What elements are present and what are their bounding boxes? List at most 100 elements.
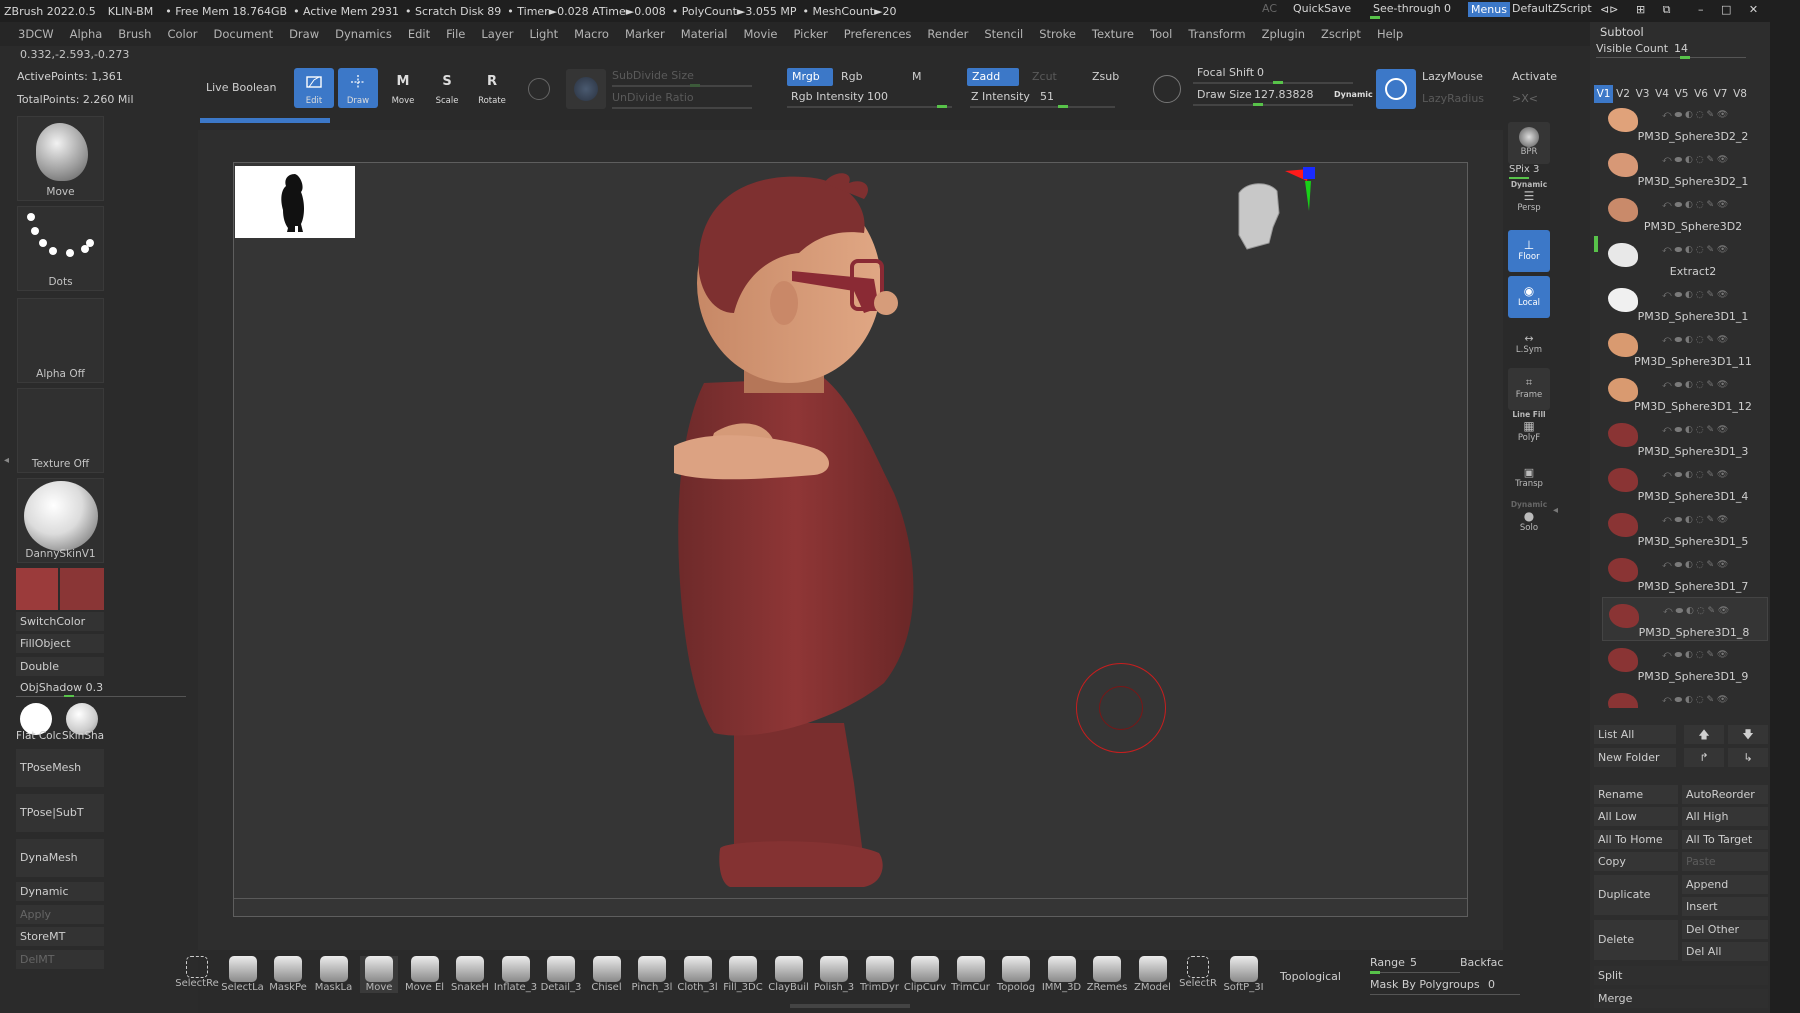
spix-slider[interactable]: SPix 3	[1509, 164, 1551, 179]
brush-trimdyr[interactable]: TrimDyr	[860, 956, 899, 993]
subtool-item[interactable]: ⤺ ⬬ ◐ ◌ ✎ 👁PM3D_Sphere3D1_6	[1602, 687, 1768, 708]
menu-item-3dcw[interactable]: 3DCW	[18, 27, 54, 41]
move-down-icon[interactable]: 🡇	[1728, 725, 1768, 744]
topological-toggle[interactable]: Topological	[1280, 970, 1341, 983]
del-other-button[interactable]: Del Other	[1682, 920, 1768, 939]
subtool-controls-icon[interactable]: ⤺ ⬬ ◐ ◌ ✎ 👁	[1662, 245, 1768, 255]
menu-item-macro[interactable]: Macro	[574, 27, 609, 41]
menu-item-marker[interactable]: Marker	[625, 27, 665, 41]
paste-button[interactable]: Paste	[1682, 852, 1768, 871]
menu-item-file[interactable]: File	[446, 27, 465, 41]
subtool-controls-icon[interactable]: ⤺ ⬬ ◐ ◌ ✎ 👁	[1662, 200, 1768, 210]
focal-shift-slider[interactable]: Focal Shift 0	[1193, 66, 1353, 84]
subtool-controls-icon[interactable]: ⤺ ⬬ ◐ ◌ ✎ 👁	[1662, 110, 1768, 120]
left-collapse-icon[interactable]: ◂	[4, 455, 10, 515]
subtool-item[interactable]: ⤺ ⬬ ◐ ◌ ✎ 👁 PM3D_Sphere3D2_1	[1602, 147, 1768, 191]
rgb-intensity-slider[interactable]: Rgb Intensity 100	[787, 90, 952, 108]
subtool-item[interactable]: ⤺ ⬬ ◐ ◌ ✎ 👁 PM3D_Sphere3D1_12	[1602, 372, 1768, 416]
minimize-icon[interactable]: –	[1698, 3, 1704, 16]
move-up-icon[interactable]: 🡅	[1684, 725, 1724, 744]
version-tab-v7[interactable]: V7	[1711, 85, 1730, 103]
brush-fill-3dc[interactable]: Fill_3DC	[723, 956, 763, 993]
m-button[interactable]: M	[912, 70, 922, 83]
subtool-item[interactable]: ⤺ ⬬ ◐ ◌ ✎ 👁 PM3D_Sphere3D1_8	[1602, 597, 1768, 641]
menu-item-preferences[interactable]: Preferences	[844, 27, 912, 41]
character-model[interactable]	[674, 163, 1074, 918]
new-folder-button[interactable]: New Folder	[1594, 748, 1676, 767]
subtool-controls-icon[interactable]: ⤺ ⬬ ◐ ◌ ✎ 👁	[1662, 155, 1768, 165]
subtool-controls-icon[interactable]: ⤺ ⬬ ◐ ◌ ✎ 👁	[1662, 470, 1768, 480]
brush-zremes[interactable]: ZRemes	[1087, 956, 1127, 993]
dynamesh-button[interactable]: DynaMesh	[16, 839, 104, 877]
mrgb-button[interactable]: Mrgb	[787, 68, 833, 86]
rotate-button[interactable]: R Rotate	[472, 68, 512, 108]
texture-selector[interactable]: Texture Off	[17, 388, 104, 473]
live-boolean-button[interactable]: Live Boolean	[206, 81, 277, 94]
activate-button[interactable]: Activate	[1512, 70, 1557, 83]
layout-icon[interactable]: ⊲⊳	[1600, 3, 1618, 16]
subtool-controls-icon[interactable]: ⤺ ⬬ ◐ ◌ ✎ 👁	[1662, 335, 1768, 345]
subdivide-size-slider[interactable]: SubDivide Size	[612, 69, 694, 82]
restore-icon[interactable]: ⧉	[1663, 3, 1671, 16]
version-tab-v3[interactable]: V3	[1633, 85, 1652, 103]
menu-item-dynamics[interactable]: Dynamics	[335, 27, 392, 41]
menu-item-render[interactable]: Render	[927, 27, 968, 41]
brush-move-el[interactable]: Move El	[405, 956, 444, 993]
menu-item-tool[interactable]: Tool	[1150, 27, 1172, 41]
silhouette-thumbnail[interactable]	[235, 166, 355, 238]
brush-selectla[interactable]: SelectLa	[221, 956, 264, 993]
menu-item-movie[interactable]: Movie	[743, 27, 777, 41]
bpr-button[interactable]: BPR	[1508, 122, 1550, 164]
menus-button[interactable]: Menus	[1468, 2, 1510, 17]
list-all-button[interactable]: List All	[1594, 725, 1676, 744]
solo-button[interactable]: Dynamic ● Solo	[1508, 500, 1550, 542]
duplicate-button[interactable]: Duplicate	[1594, 875, 1678, 915]
version-tab-v2[interactable]: V2	[1614, 85, 1633, 103]
collapse-arrows-icon[interactable]: >X<	[1512, 92, 1538, 105]
brush-inflate-3[interactable]: Inflate_3	[494, 956, 537, 993]
move-button[interactable]: M Move	[383, 68, 423, 108]
all-low-button[interactable]: All Low	[1594, 807, 1678, 826]
menu-item-zplugin[interactable]: Zplugin	[1262, 27, 1305, 41]
frame-button[interactable]: ⌗ Frame	[1508, 368, 1550, 410]
subtool-item[interactable]: ⤺ ⬬ ◐ ◌ ✎ 👁 PM3D_Sphere3D1_7	[1602, 552, 1768, 596]
tpose-subt-button[interactable]: TPose|SubT	[16, 794, 104, 832]
version-tab-v1[interactable]: V1	[1594, 85, 1613, 103]
brush-move[interactable]: Move	[360, 956, 398, 993]
brush-snakeh[interactable]: SnakeH	[451, 956, 489, 993]
visible-count-slider[interactable]: Visible Count 14	[1596, 42, 1756, 59]
menu-item-help[interactable]: Help	[1377, 27, 1403, 41]
menu-item-stroke[interactable]: Stroke	[1039, 27, 1076, 41]
delete-button[interactable]: Delete	[1594, 920, 1678, 960]
apply-button[interactable]: Apply	[16, 905, 104, 924]
version-tab-v8[interactable]: V8	[1731, 85, 1750, 103]
insert-button[interactable]: Insert	[1682, 897, 1768, 916]
menu-item-draw[interactable]: Draw	[289, 27, 319, 41]
all-to-target-button[interactable]: All To Target	[1682, 830, 1768, 849]
version-tab-v5[interactable]: V5	[1672, 85, 1691, 103]
del-all-button[interactable]: Del All	[1682, 942, 1768, 961]
subtool-controls-icon[interactable]: ⤺ ⬬ ◐ ◌ ✎ 👁	[1662, 695, 1768, 705]
subtool-controls-icon[interactable]: ⤺ ⬬ ◐ ◌ ✎ 👁	[1662, 560, 1768, 570]
copy-button[interactable]: Copy	[1594, 852, 1678, 871]
transp-button[interactable]: ▣ Transp	[1508, 458, 1550, 500]
double-button[interactable]: Double	[16, 657, 104, 676]
tposemesh-button[interactable]: TPoseMesh	[16, 749, 104, 787]
menu-item-light[interactable]: Light	[529, 27, 558, 41]
subtool-item[interactable]: ⤺ ⬬ ◐ ◌ ✎ 👁 PM3D_Sphere3D1_4	[1602, 462, 1768, 506]
split-button[interactable]: Split	[1594, 966, 1768, 985]
zadd-button[interactable]: Zadd	[967, 68, 1019, 86]
rgb-button[interactable]: Rgb	[841, 70, 863, 83]
objshadow-slider[interactable]: ObjShadow 0.3	[16, 678, 196, 697]
maximize-icon[interactable]: □	[1721, 3, 1731, 16]
menu-item-material[interactable]: Material	[681, 27, 728, 41]
autoreorder-button[interactable]: AutoReorder	[1682, 785, 1768, 804]
material-selector[interactable]: DannySkinV1	[17, 478, 104, 563]
bottom-scrollbar[interactable]	[790, 1004, 910, 1008]
menu-item-transform[interactable]: Transform	[1188, 27, 1245, 41]
quicksave-button[interactable]: QuickSave	[1293, 2, 1351, 15]
local-button[interactable]: ◉ Local	[1508, 276, 1550, 318]
main-color-swatch[interactable]	[16, 568, 58, 610]
subdivide-button[interactable]	[566, 69, 606, 109]
close-icon[interactable]: ✕	[1749, 3, 1758, 16]
